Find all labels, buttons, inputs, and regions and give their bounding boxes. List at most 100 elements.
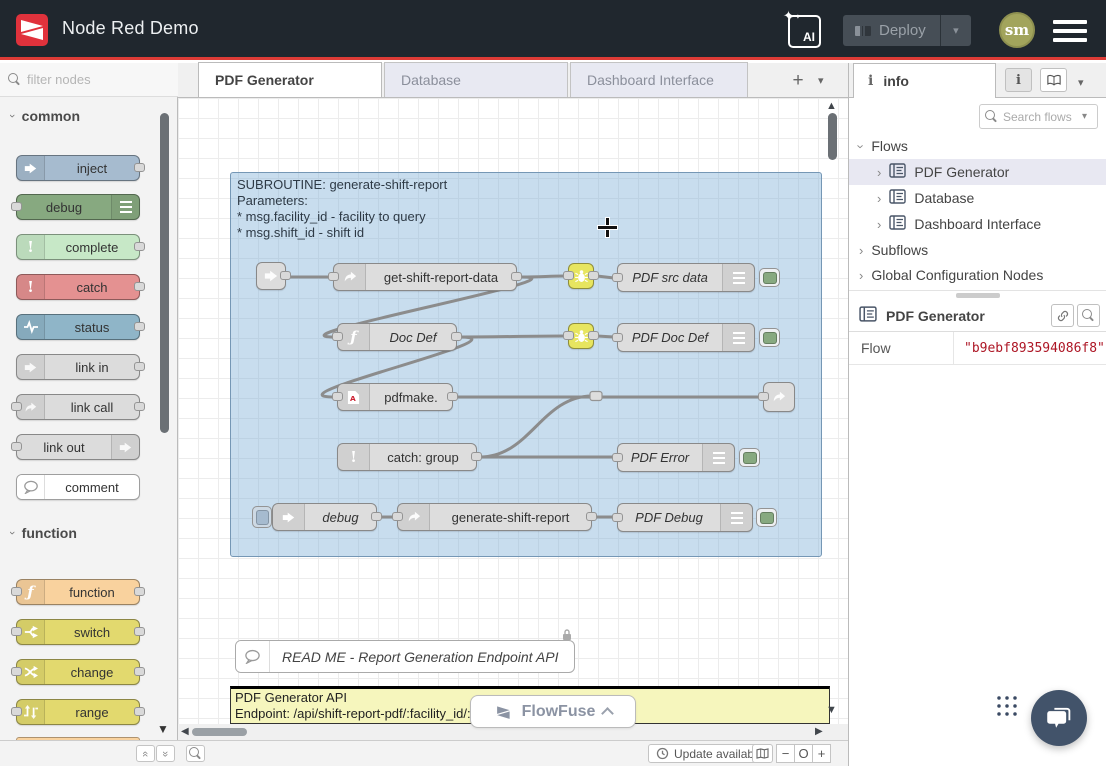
help-book-button[interactable] bbox=[1040, 68, 1067, 92]
node-trap-2[interactable] bbox=[568, 323, 594, 349]
canvas-scroll-down-icon[interactable]: ▼ bbox=[826, 704, 837, 716]
output-port[interactable] bbox=[134, 163, 145, 172]
palette-node-comment[interactable]: comment bbox=[16, 474, 140, 500]
search-flows-input[interactable] bbox=[1003, 110, 1077, 124]
tab-list-caret-icon[interactable]: ▾ bbox=[818, 74, 824, 87]
node-pdf-doc-def[interactable]: PDF Doc Def bbox=[617, 323, 755, 352]
category-function[interactable]: › function bbox=[10, 525, 77, 541]
copy-link-button[interactable] bbox=[1051, 304, 1074, 327]
deploy-caret-icon[interactable]: ▾ bbox=[941, 24, 971, 37]
node-link-in[interactable] bbox=[256, 262, 286, 290]
zoom-out-button[interactable]: − bbox=[776, 744, 795, 763]
output-port[interactable] bbox=[134, 707, 145, 716]
scroll-right-icon[interactable]: ▶ bbox=[815, 726, 823, 737]
input-port[interactable] bbox=[11, 442, 22, 451]
drag-dots-icon[interactable] bbox=[994, 693, 1017, 718]
tab-info[interactable]: i info bbox=[853, 63, 996, 98]
node-pdfmake[interactable]: A pdfmake. bbox=[337, 383, 453, 411]
search-node-button[interactable] bbox=[1077, 304, 1100, 327]
input-port[interactable] bbox=[11, 667, 22, 676]
flowfuse-button[interactable]: FlowFuse bbox=[470, 695, 636, 728]
output-port[interactable] bbox=[280, 271, 291, 280]
tree-item-dashboard-interface[interactable]: › Dashboard Interface bbox=[849, 211, 1079, 237]
output-port[interactable] bbox=[447, 392, 458, 401]
main-menu-button[interactable] bbox=[1053, 20, 1087, 42]
output-port[interactable] bbox=[134, 242, 145, 251]
palette-node-function[interactable]: ƒ function bbox=[16, 579, 140, 605]
input-port[interactable] bbox=[11, 402, 22, 411]
node-comment-readme[interactable]: READ ME - Report Generation Endpoint API bbox=[235, 640, 575, 673]
property-value[interactable]: "b9ebf893594086f8" bbox=[954, 341, 1105, 356]
input-port[interactable] bbox=[11, 707, 22, 716]
input-port[interactable] bbox=[612, 453, 623, 462]
output-port[interactable] bbox=[511, 272, 522, 281]
node-catch-group[interactable]: ! catch: group bbox=[337, 443, 477, 471]
input-port[interactable] bbox=[332, 392, 343, 401]
palette-node-inject[interactable]: inject bbox=[16, 155, 140, 181]
tab-pdf-generator[interactable]: PDF Generator bbox=[198, 62, 382, 97]
filter-nodes-input[interactable] bbox=[27, 72, 157, 87]
input-port[interactable] bbox=[332, 332, 343, 341]
palette-node-status[interactable]: status bbox=[16, 314, 140, 340]
input-port[interactable] bbox=[328, 272, 339, 281]
input-port[interactable] bbox=[11, 587, 22, 596]
hscrollbar-thumb[interactable] bbox=[192, 728, 247, 736]
palette-node-change[interactable]: change bbox=[16, 659, 140, 685]
output-port[interactable] bbox=[134, 587, 145, 596]
add-flow-button[interactable]: + bbox=[786, 69, 810, 93]
input-port[interactable] bbox=[392, 512, 403, 521]
output-port[interactable] bbox=[451, 332, 462, 341]
node-pdf-debug[interactable]: PDF Debug bbox=[617, 503, 753, 532]
input-port[interactable] bbox=[758, 392, 769, 401]
palette-node-link-call[interactable]: link call bbox=[16, 394, 140, 420]
node-pdf-error[interactable]: PDF Error bbox=[617, 443, 735, 472]
flow-canvas[interactable]: SUBROUTINE: generate-shift-reportParamet… bbox=[178, 98, 848, 724]
input-port[interactable] bbox=[563, 271, 574, 280]
palette-node-catch[interactable]: ! catch bbox=[16, 274, 140, 300]
inject-button[interactable] bbox=[252, 506, 272, 528]
node-link-out[interactable] bbox=[763, 382, 795, 412]
tab-database[interactable]: Database bbox=[384, 62, 568, 97]
palette-node-link-in[interactable]: link in bbox=[16, 354, 140, 380]
node-inject-debug[interactable]: debug bbox=[272, 503, 377, 531]
chat-widget-button[interactable] bbox=[1031, 690, 1087, 746]
output-port[interactable] bbox=[586, 512, 597, 521]
output-port[interactable] bbox=[134, 402, 145, 411]
output-port[interactable] bbox=[134, 362, 145, 371]
output-port[interactable] bbox=[588, 331, 599, 340]
tree-global-config[interactable]: › Global Configuration Nodes bbox=[849, 262, 1106, 288]
output-port[interactable] bbox=[471, 452, 482, 461]
expand-all-button[interactable]: » bbox=[156, 745, 175, 762]
tree-subflows[interactable]: › Subflows bbox=[849, 237, 1106, 263]
output-port[interactable] bbox=[134, 627, 145, 636]
scroll-left-icon[interactable]: ◀ bbox=[181, 726, 189, 737]
input-port[interactable] bbox=[612, 333, 623, 342]
debug-toggle-button[interactable] bbox=[739, 448, 760, 467]
ai-assistant-button[interactable]: AI ✦ ✦ bbox=[788, 15, 821, 48]
zoom-reset-button[interactable]: O bbox=[794, 744, 813, 763]
node-doc-def[interactable]: ƒ Doc Def bbox=[337, 323, 457, 351]
palette-node-switch[interactable]: switch bbox=[16, 619, 140, 645]
node-pdf-src-data[interactable]: PDF src data bbox=[617, 263, 755, 292]
debug-toggle-button[interactable] bbox=[759, 328, 780, 347]
user-avatar[interactable]: sm bbox=[999, 12, 1035, 48]
output-port[interactable] bbox=[371, 512, 382, 521]
input-port[interactable] bbox=[612, 273, 623, 282]
input-port[interactable] bbox=[612, 513, 623, 522]
palette-node-debug[interactable]: debug bbox=[16, 194, 140, 220]
palette-node-range[interactable]: range bbox=[16, 699, 140, 725]
input-port[interactable] bbox=[11, 627, 22, 636]
collapse-all-button[interactable]: « bbox=[136, 745, 155, 762]
input-port[interactable] bbox=[563, 331, 574, 340]
palette-node-complete[interactable]: ! complete bbox=[16, 234, 140, 260]
info-tool-button[interactable]: i bbox=[1005, 68, 1032, 92]
palette-scrollbar[interactable] bbox=[160, 113, 169, 433]
output-port[interactable] bbox=[134, 667, 145, 676]
navigator-button[interactable] bbox=[752, 744, 773, 763]
input-port[interactable] bbox=[11, 202, 22, 211]
category-common[interactable]: › common bbox=[10, 108, 80, 124]
flow-group[interactable]: SUBROUTINE: generate-shift-reportParamet… bbox=[230, 172, 822, 557]
node-get-shift-report-data[interactable]: get-shift-report-data bbox=[333, 263, 517, 291]
output-port[interactable] bbox=[134, 322, 145, 331]
palette-scroll-down-icon[interactable]: ▼ bbox=[157, 722, 169, 736]
